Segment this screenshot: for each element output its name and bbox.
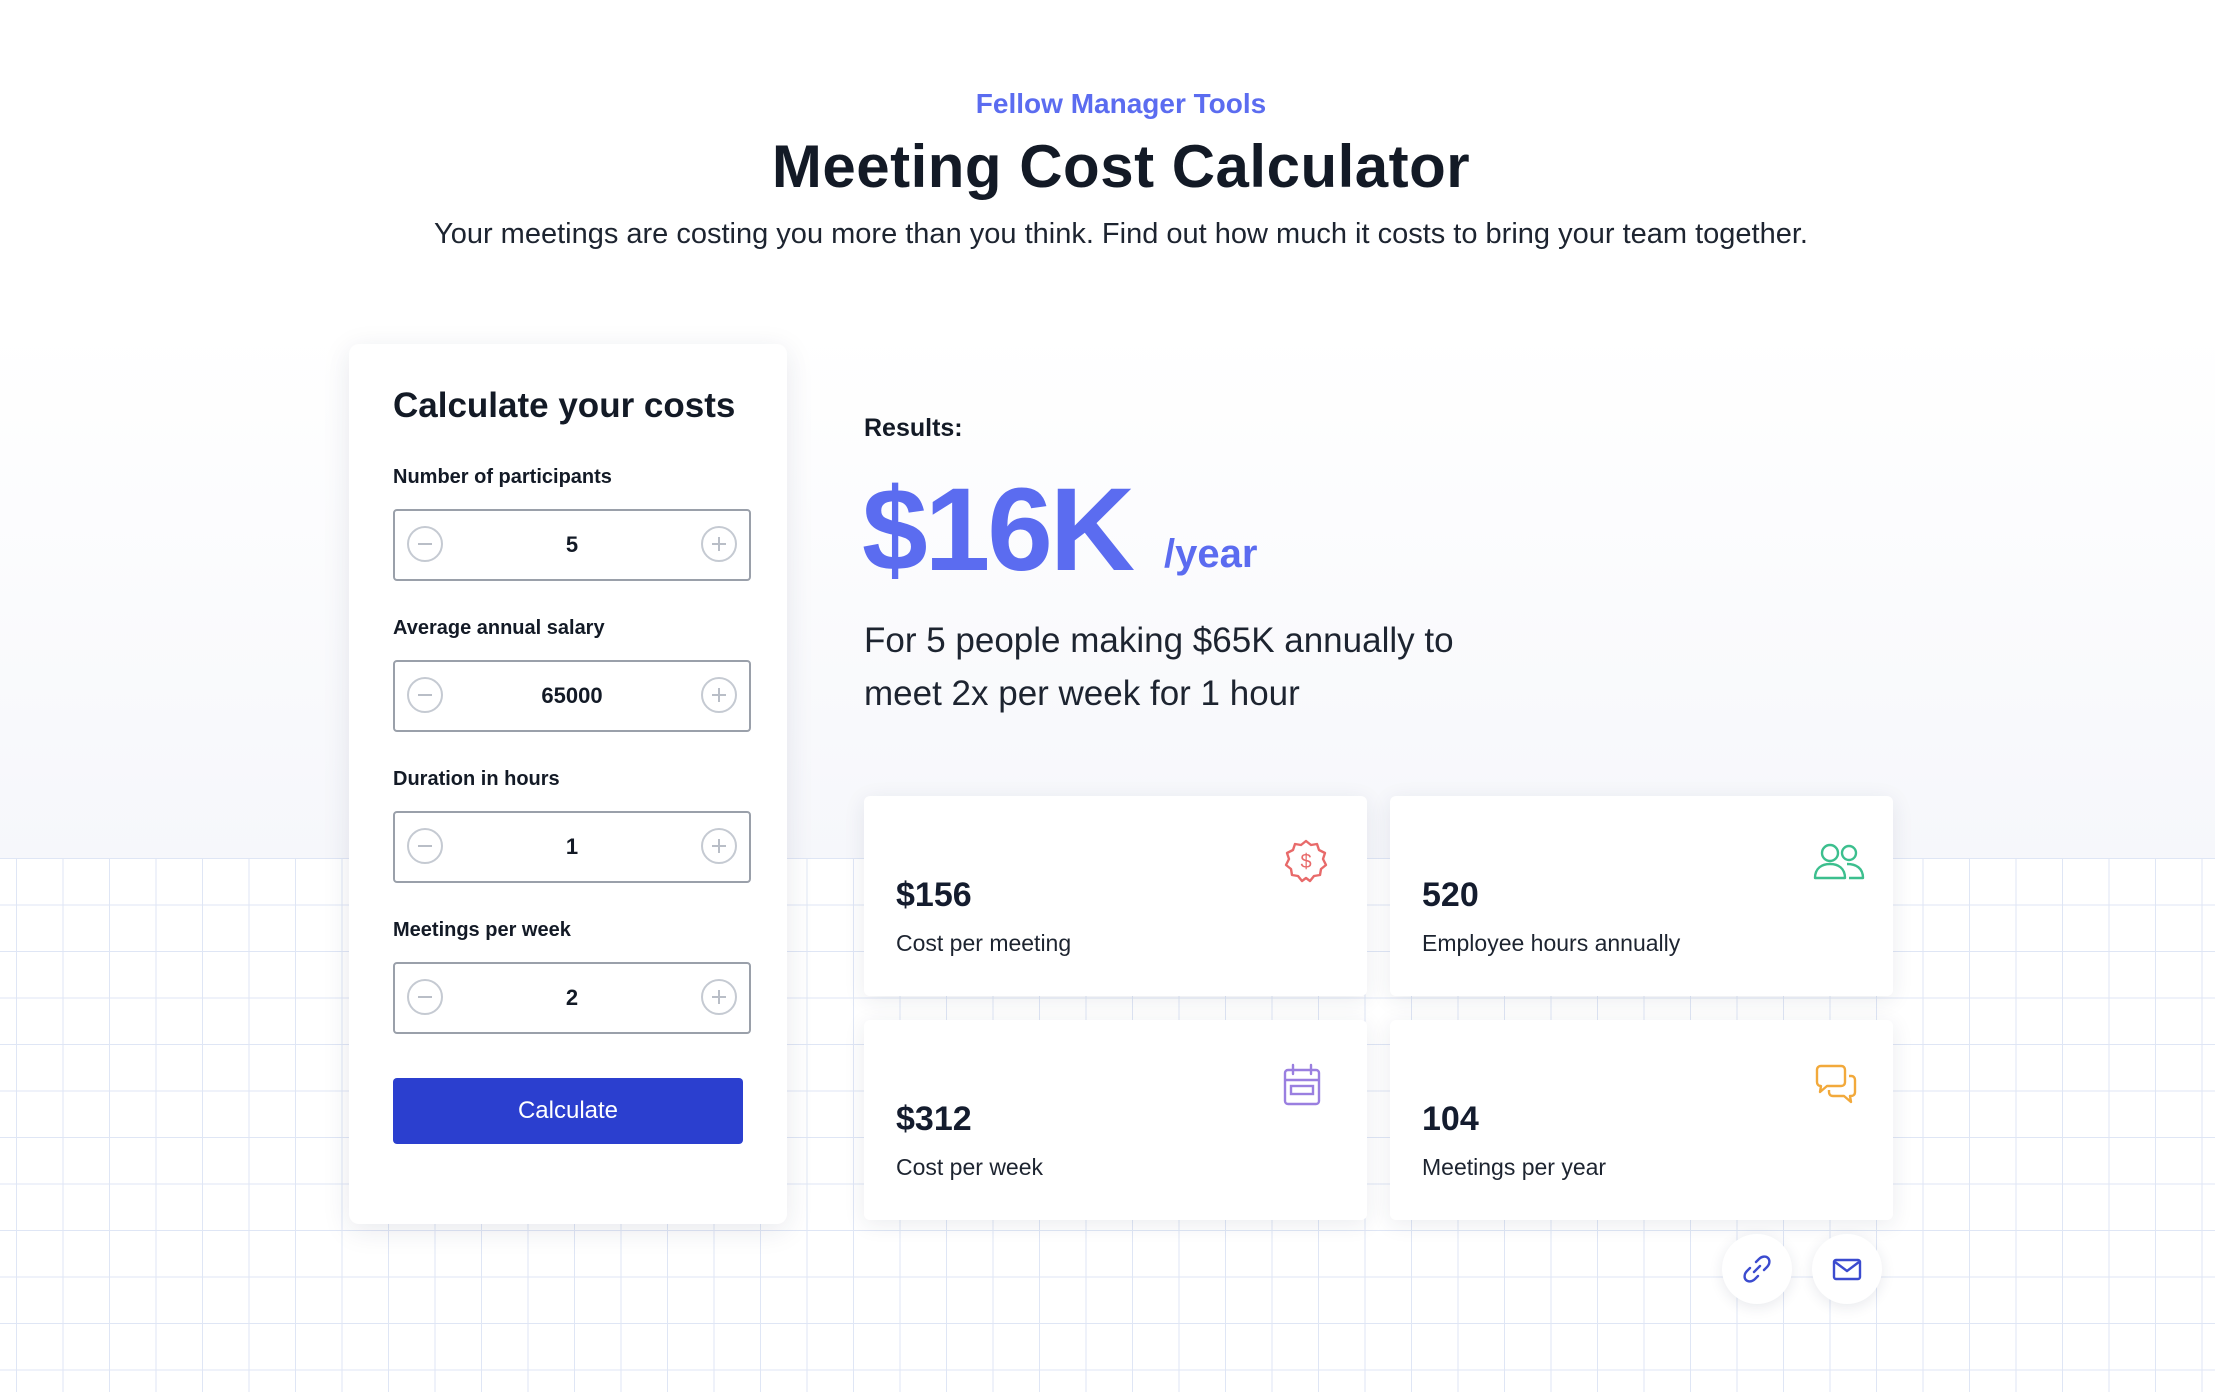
salary-stepper: 65000 [393,660,751,732]
calculate-button[interactable]: Calculate [393,1078,743,1144]
stat-label: Employee hours annually [1422,930,1681,956]
salary-label: Average annual salary [393,617,605,639]
calculator-title: Calculate your costs [393,386,736,425]
meetings-per-week-label: Meetings per week [393,919,571,941]
duration-label: Duration in hours [393,768,560,790]
page-title: Meeting Cost Calculator [771,133,1471,200]
results-description-line2: meet 2x per week for 1 hour [864,674,1300,713]
annual-cost-value: $16K [862,464,1135,596]
mail-icon [1832,1258,1862,1281]
calendar-icon [1283,1063,1321,1106]
duration-input[interactable]: 1 [455,813,689,881]
stat-value: 520 [1422,876,1479,914]
participants-label: Number of participants [393,466,612,488]
link-icon [1743,1255,1771,1283]
meetings-decrement-button[interactable] [407,979,443,1015]
stat-label: Cost per meeting [896,930,1072,956]
annual-cost-unit: /year [1164,532,1258,576]
chat-bubbles-icon [1815,1064,1857,1104]
meetings-increment-button[interactable] [701,979,737,1015]
salary-increment-button[interactable] [701,677,737,713]
participants-increment-button[interactable] [701,526,737,562]
stat-label: Meetings per year [1422,1154,1607,1180]
stat-card-cost-per-week: $312 Cost per week [864,1020,1367,1220]
users-icon [1813,843,1865,880]
duration-increment-button[interactable] [701,828,737,864]
results-description-line1: For 5 people making $65K annually to [864,621,1454,660]
meetings-per-week-stepper: 2 [393,962,751,1034]
calculator-card: Calculate your costs Number of participa… [349,344,787,1224]
participants-decrement-button[interactable] [407,526,443,562]
stat-card-employee-hours: 520 Employee hours annually [1390,796,1893,996]
participants-stepper: 5 [393,509,751,581]
duration-decrement-button[interactable] [407,828,443,864]
eyebrow-label: Fellow Manager Tools [975,88,1267,119]
stat-label: Cost per week [896,1154,1044,1180]
stat-value: $312 [896,1100,972,1138]
page-subtitle: Your meetings are costing you more than … [434,218,1808,250]
stat-card-cost-per-meeting: $ $156 Cost per meeting [864,796,1367,996]
stat-card-meetings-per-year: 104 Meetings per year [1390,1020,1893,1220]
email-share-button[interactable] [1812,1234,1882,1304]
salary-decrement-button[interactable] [407,677,443,713]
stat-value: $156 [896,876,972,914]
meetings-per-week-input[interactable]: 2 [455,964,689,1032]
svg-text:$: $ [1300,851,1311,873]
results-description: For 5 people making $65K annually to mee… [864,614,1564,720]
copy-link-button[interactable] [1722,1234,1792,1304]
participants-input[interactable]: 5 [455,511,689,579]
results-label: Results: [864,414,963,442]
stat-value: 104 [1422,1100,1479,1138]
salary-input[interactable]: 65000 [455,662,689,730]
duration-stepper: 1 [393,811,751,883]
dollar-badge-icon: $ [1284,839,1328,883]
